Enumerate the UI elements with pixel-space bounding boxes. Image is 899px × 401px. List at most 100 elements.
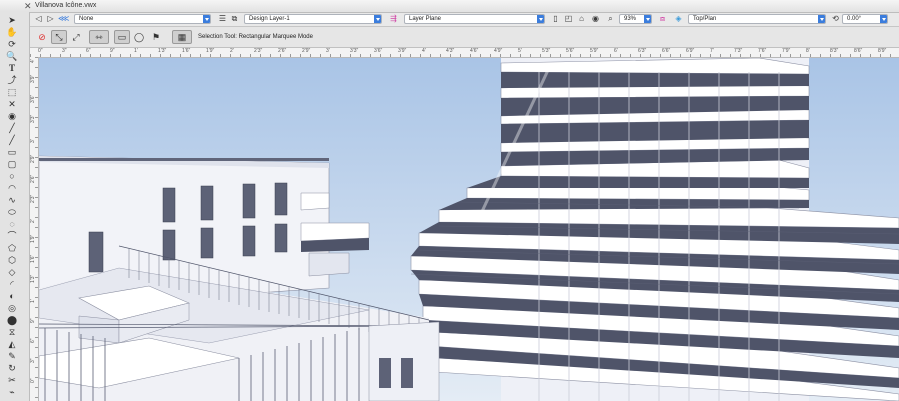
forward-view-icon[interactable]: ▷ — [45, 14, 56, 24]
close-tab-icon[interactable]: ✕ — [24, 1, 32, 12]
arc-tool-icon[interactable]: ◠ — [5, 182, 19, 194]
ruler-left-label: 3" — [30, 358, 36, 363]
working-plane-icon[interactable]: ⇶ — [388, 14, 399, 24]
attribute-mapping-tool-icon[interactable]: ⬚ — [5, 86, 19, 98]
polygon-tool-icon[interactable]: ⬠ — [5, 242, 19, 254]
mode-bar: ⊘ ⤡ ⤢ ⇿ ▭ ◯ ⚑ ▦ Selection Tool: Rectangu… — [30, 27, 899, 48]
regular-polygon-tool-icon[interactable]: ⬡ — [5, 254, 19, 266]
clip-tool-icon[interactable]: ◐ — [5, 290, 19, 302]
home-view-icon[interactable]: ⌂ — [576, 14, 587, 24]
ruler-left-label: 3' — [30, 139, 36, 143]
freehand-tool-icon[interactable]: ∿ — [5, 194, 19, 206]
locus-tool-icon[interactable]: ✕ — [5, 98, 19, 110]
selection-tool-icon[interactable]: ➤ — [5, 14, 19, 26]
rotate-tool-icon[interactable]: ↻ — [5, 362, 19, 374]
rotation-field[interactable]: 0.00° — [842, 14, 888, 24]
active-class-select[interactable]: None — [74, 14, 211, 24]
ruler-top-label: 4'9" — [494, 48, 503, 54]
lasso-marquee-icon[interactable]: ◯ — [131, 30, 147, 44]
class-visibility-icon[interactable]: ⋘ — [58, 14, 69, 24]
ruler-top-label: 4' — [422, 48, 426, 54]
ruler-left-label: 0" — [30, 378, 36, 383]
pan-tool-icon[interactable]: ✋ — [5, 26, 19, 38]
tool-palette: ➤ ✋ ⟳ 🔍 T ⤴ ⬚ ✕ ◉ ╱ ╱ ▭ ▢ ○ ◠ ∿ ⬭ ◌ ⌒ ⬠ … — [0, 12, 30, 401]
ruler-top-label: 8'9" — [878, 48, 887, 54]
ruler-top-label: 1'9" — [206, 48, 215, 54]
shape-tool-icon[interactable]: ⬤ — [5, 314, 19, 326]
projection-icon[interactable]: ◈ — [673, 14, 684, 24]
ruler-top-label: 5' — [518, 48, 522, 54]
ruler-left-label: 1'6" — [30, 254, 36, 263]
line-tool-icon[interactable]: ╱ — [5, 122, 19, 134]
document-title: Villanova Icône.vwx — [35, 2, 97, 9]
ruler-left-label: 6" — [30, 338, 36, 343]
offset-tool-icon[interactable]: ◎ — [5, 302, 19, 314]
eyedropper-tool-icon[interactable]: ◉ — [5, 110, 19, 122]
polygon-marquee-icon[interactable]: ⚑ — [148, 30, 164, 44]
layer-visibility-icon[interactable]: ⧉ — [229, 14, 240, 24]
layer-stack-icon[interactable]: ☰ — [217, 14, 228, 24]
ruler-top-label: 6'3" — [638, 48, 647, 54]
unrestricted-scaling-icon[interactable]: ⇿ — [89, 30, 109, 44]
oval-tool-icon[interactable]: ⬭ — [5, 206, 19, 218]
ruler-top-label: 5'3" — [542, 48, 551, 54]
rectangular-marquee-icon[interactable]: ▭ — [114, 30, 130, 44]
double-polygon-tool-icon[interactable]: ◇ — [5, 266, 19, 278]
drawing-canvas[interactable] — [39, 58, 899, 401]
trim-tool-icon[interactable]: ⌁ — [5, 386, 19, 398]
active-layer-select[interactable]: Design Layer-1 — [244, 14, 382, 24]
ruler-top-label: 5'9" — [590, 48, 599, 54]
paint-tool-icon[interactable]: ✎ — [5, 350, 19, 362]
sheet-icon[interactable]: ▯ — [550, 14, 561, 24]
single-object-scaling-icon[interactable]: ⤢ — [68, 30, 84, 44]
ruler-top-label: 2'3" — [254, 48, 263, 54]
zoom-tool-icon[interactable]: 🔍 — [5, 50, 19, 62]
disable-interactive-scaling-icon[interactable]: ⤡ — [51, 30, 67, 44]
ruler-top-label: 0" — [38, 48, 43, 54]
view-bar: ◁ ▷ ⋘ None ☰ ⧉ Design Layer-1 ⇶ Layer Pl… — [30, 13, 899, 27]
double-line-tool-icon[interactable]: ╱ — [5, 134, 19, 146]
ruler-top-label: 7'9" — [782, 48, 791, 54]
circle-tool-icon[interactable]: ○ — [5, 170, 19, 182]
chevron-down-icon — [203, 15, 210, 23]
active-plane-select[interactable]: Layer Plane — [404, 14, 545, 24]
ruler-left-label: 1'9" — [30, 234, 36, 243]
vertical-ruler: 4' 3'9" 3'6" 3'3" 3' 2'9" 2'6" 2'3" 2' 1'9" 1'6" 1'… — [30, 57, 39, 401]
flyover-tool-icon[interactable]: ⟳ — [5, 38, 19, 50]
reshape-tool-icon[interactable]: ◭ — [5, 338, 19, 350]
ruler-top-label: 4'3" — [446, 48, 455, 54]
ruler-left-label: 2' — [30, 219, 36, 223]
ruler-top-label: 9" — [110, 48, 115, 54]
zoom-icon[interactable]: ⌕ — [605, 14, 616, 24]
rectangle-tool-icon[interactable]: ▭ — [5, 146, 19, 158]
render-mode-icon[interactable]: ⧈ — [657, 14, 668, 24]
ruler-top-label: 3'9" — [398, 48, 407, 54]
chevron-down-icon — [537, 15, 544, 23]
horizontal-ruler: 0" 3" 6" 9" 1' 1'3" 1'6" 1'9" 2' 2'3" 2'6" 2'9" 3' 3'… — [30, 48, 899, 58]
chevron-down-icon — [818, 15, 825, 23]
polyline-tool-icon[interactable]: ⌒ — [5, 230, 19, 242]
zoom-select[interactable]: 93% — [619, 14, 652, 24]
rounded-rectangle-tool-icon[interactable]: ▢ — [5, 158, 19, 170]
snap-loci-icon[interactable]: ⊘ — [34, 30, 50, 44]
callout-tool-icon[interactable]: ⤴ — [5, 74, 19, 86]
active-plane-value: Layer Plane — [409, 16, 442, 22]
selection-settings-icon[interactable]: ▦ — [172, 30, 192, 44]
arc-polyline-tool-icon[interactable]: ◜ — [5, 278, 19, 290]
text-tool-icon[interactable]: T — [5, 62, 19, 74]
ruler-top-label: 2' — [230, 48, 234, 54]
current-view-value: Top/Plan — [693, 16, 717, 22]
ruler-top-label: 1' — [134, 48, 138, 54]
saved-views-icon[interactable]: ◰ — [563, 14, 574, 24]
ruler-left-label: 2'6" — [30, 174, 36, 183]
split-tool-icon[interactable]: ✂ — [5, 374, 19, 386]
ruler-top-label: 3' — [326, 48, 330, 54]
spiral-tool-icon[interactable]: ◌ — [5, 218, 19, 230]
ruler-left-label: 3'3" — [30, 114, 36, 123]
back-view-icon[interactable]: ◁ — [33, 14, 44, 24]
plane-rotation-icon[interactable]: ⟲ — [830, 14, 841, 24]
current-view-select[interactable]: Top/Plan — [688, 14, 826, 24]
ruler-left-label: 3'9" — [30, 74, 36, 83]
mirror-tool-icon[interactable]: ⧖ — [5, 326, 19, 338]
visibility-icon[interactable]: ◉ — [590, 14, 601, 24]
